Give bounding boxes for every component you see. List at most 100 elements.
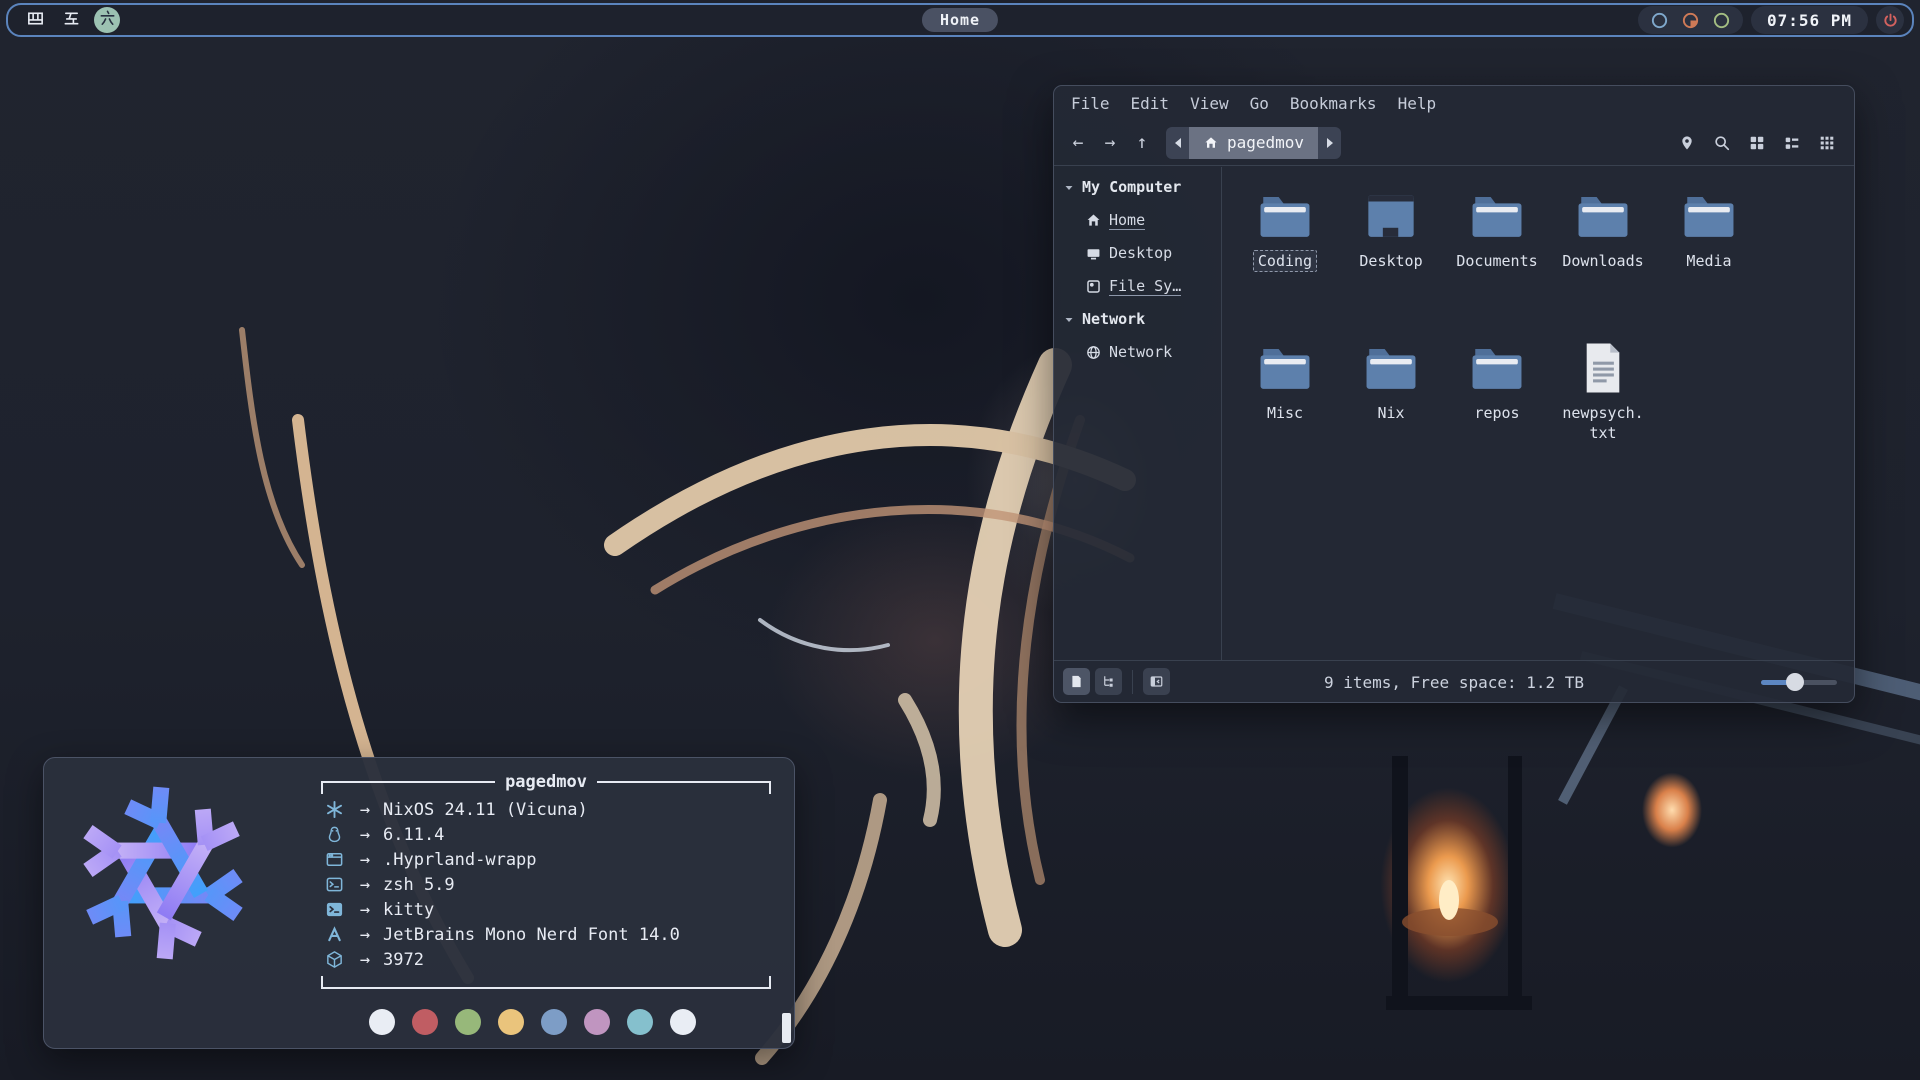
- palette-dot: [498, 1009, 524, 1035]
- fetch-line: → NixOS 24.11 (Vicuna): [321, 797, 771, 822]
- arrow-icon: →: [347, 800, 383, 820]
- power-button[interactable]: [1876, 6, 1904, 34]
- folder-icon: [1362, 339, 1420, 397]
- nixos-logo: [70, 780, 256, 966]
- up-button[interactable]: ↑: [1126, 128, 1158, 158]
- fetch-line: → JetBrains Mono Nerd Font 14.0: [321, 922, 771, 947]
- list-view-button[interactable]: [1777, 128, 1807, 158]
- arrow-icon: →: [347, 875, 383, 895]
- search-icon: [1713, 134, 1731, 152]
- ws-six-icon: [98, 9, 117, 32]
- file-item[interactable]: Nix: [1338, 339, 1444, 491]
- sidebar-item[interactable]: File Sy…: [1054, 270, 1221, 303]
- kernel-icon: [321, 825, 347, 844]
- sidebar-item[interactable]: Home: [1054, 204, 1221, 237]
- file-item[interactable]: Documents: [1444, 187, 1550, 339]
- file-label: Nix: [1372, 402, 1409, 424]
- fetch-rows: → NixOS 24.11 (Vicuna) → 6.11.4 → .Hyprl…: [321, 797, 771, 972]
- folder-icon: [1468, 187, 1526, 245]
- compact-view-button[interactable]: [1812, 128, 1842, 158]
- tray-blue-circle-icon[interactable]: [1650, 11, 1669, 30]
- shell-icon: [321, 875, 347, 894]
- up-arrow-icon: ↑: [1137, 132, 1148, 153]
- fetch-line: → zsh 5.9: [321, 872, 771, 897]
- file-item[interactable]: Desktop: [1338, 187, 1444, 339]
- file-item[interactable]: Misc: [1232, 339, 1338, 491]
- palette-dot: [670, 1009, 696, 1035]
- file-manager-body: My Computer Home Desktop File Sy: [1054, 167, 1854, 660]
- arrow-icon: →: [347, 825, 383, 845]
- breadcrumb-label: pagedmov: [1227, 133, 1304, 152]
- arrow-icon: →: [347, 850, 383, 870]
- palette-dot: [584, 1009, 610, 1035]
- workspace-button[interactable]: [94, 7, 120, 33]
- icon-view-button[interactable]: [1742, 128, 1772, 158]
- icon-view-icon: [1748, 134, 1766, 152]
- menu-item[interactable]: Help: [1395, 92, 1440, 115]
- chevron-down-icon: [1063, 183, 1075, 193]
- home-icon: [1203, 135, 1219, 151]
- file-item[interactable]: Coding: [1232, 187, 1338, 339]
- arrow-icon: →: [347, 900, 383, 920]
- terminal-cursor: [782, 1013, 791, 1043]
- file-label: newpsych.txt: [1553, 402, 1653, 444]
- tray-orange-pie-icon[interactable]: [1681, 11, 1700, 30]
- terminal-window[interactable]: pagedmov → NixOS 24.11 (Vicuna) → 6.11.4: [43, 757, 795, 1049]
- fetch-value: 3972: [383, 950, 424, 970]
- palette-dot: [455, 1009, 481, 1035]
- location-button[interactable]: [1672, 128, 1702, 158]
- terminal-icon: [321, 900, 347, 919]
- breadcrumb-prev-button[interactable]: [1166, 127, 1189, 159]
- toolbar: ← → ↑ pagedmov: [1054, 120, 1854, 166]
- fetch-value: NixOS 24.11 (Vicuna): [383, 800, 588, 820]
- home-icon: [1084, 212, 1102, 229]
- file-label: repos: [1469, 402, 1524, 424]
- terminal-color-palette: [369, 1009, 696, 1035]
- breadcrumb-next-button[interactable]: [1318, 127, 1341, 159]
- nixos-icon: [321, 800, 347, 819]
- clock-text: 07:56 PM: [1767, 11, 1852, 30]
- menu-item[interactable]: Edit: [1128, 92, 1173, 115]
- fetch-line: → .Hyprland-wrapp: [321, 847, 771, 872]
- forward-arrow-icon: →: [1105, 132, 1116, 153]
- sidebar-item[interactable]: Network: [1054, 303, 1221, 336]
- breadcrumb-segment-home[interactable]: pagedmov: [1189, 127, 1318, 159]
- folder-icon: [1256, 339, 1314, 397]
- search-button[interactable]: [1707, 128, 1737, 158]
- file-item[interactable]: Downloads: [1550, 187, 1656, 339]
- file-item[interactable]: Media: [1656, 187, 1762, 339]
- ws-four-icon: [26, 9, 45, 32]
- fetch-output: pagedmov → NixOS 24.11 (Vicuna) → 6.11.4: [321, 770, 771, 990]
- zoom-slider-knob[interactable]: [1786, 673, 1804, 691]
- sidebar-item[interactable]: Desktop: [1054, 237, 1221, 270]
- forward-button[interactable]: →: [1094, 128, 1126, 158]
- network-icon: [1084, 344, 1102, 361]
- file-label: Misc: [1262, 402, 1308, 424]
- active-window-title: Home: [922, 8, 998, 32]
- palette-dot: [412, 1009, 438, 1035]
- font-icon: [321, 925, 347, 944]
- fetch-value: kitty: [383, 900, 434, 920]
- ws-five-icon: [62, 9, 81, 32]
- workspace-button[interactable]: [22, 7, 48, 33]
- file-item[interactable]: newpsych.txt: [1550, 339, 1656, 491]
- zoom-slider[interactable]: [1761, 672, 1837, 692]
- file-item[interactable]: repos: [1444, 339, 1550, 491]
- status-text: 9 items, Free space: 1.2 TB: [1054, 661, 1854, 703]
- file-label: Downloads: [1557, 250, 1648, 272]
- hostname: pagedmov: [495, 770, 597, 794]
- packages-icon: [321, 950, 347, 969]
- location-pin-icon: [1678, 134, 1696, 152]
- tray-green-circle-icon[interactable]: [1712, 11, 1731, 30]
- fetch-box-bottom: [321, 976, 771, 990]
- fetch-box-top: pagedmov: [321, 770, 771, 794]
- sidebar-item[interactable]: My Computer: [1054, 171, 1221, 204]
- menu-item[interactable]: Bookmarks: [1287, 92, 1380, 115]
- arrow-icon: →: [347, 925, 383, 945]
- sidebar-item[interactable]: Network: [1054, 336, 1221, 369]
- workspace-button[interactable]: [58, 7, 84, 33]
- menu-item[interactable]: Go: [1247, 92, 1272, 115]
- menu-item[interactable]: View: [1187, 92, 1232, 115]
- back-button[interactable]: ←: [1062, 128, 1094, 158]
- menu-item[interactable]: File: [1068, 92, 1113, 115]
